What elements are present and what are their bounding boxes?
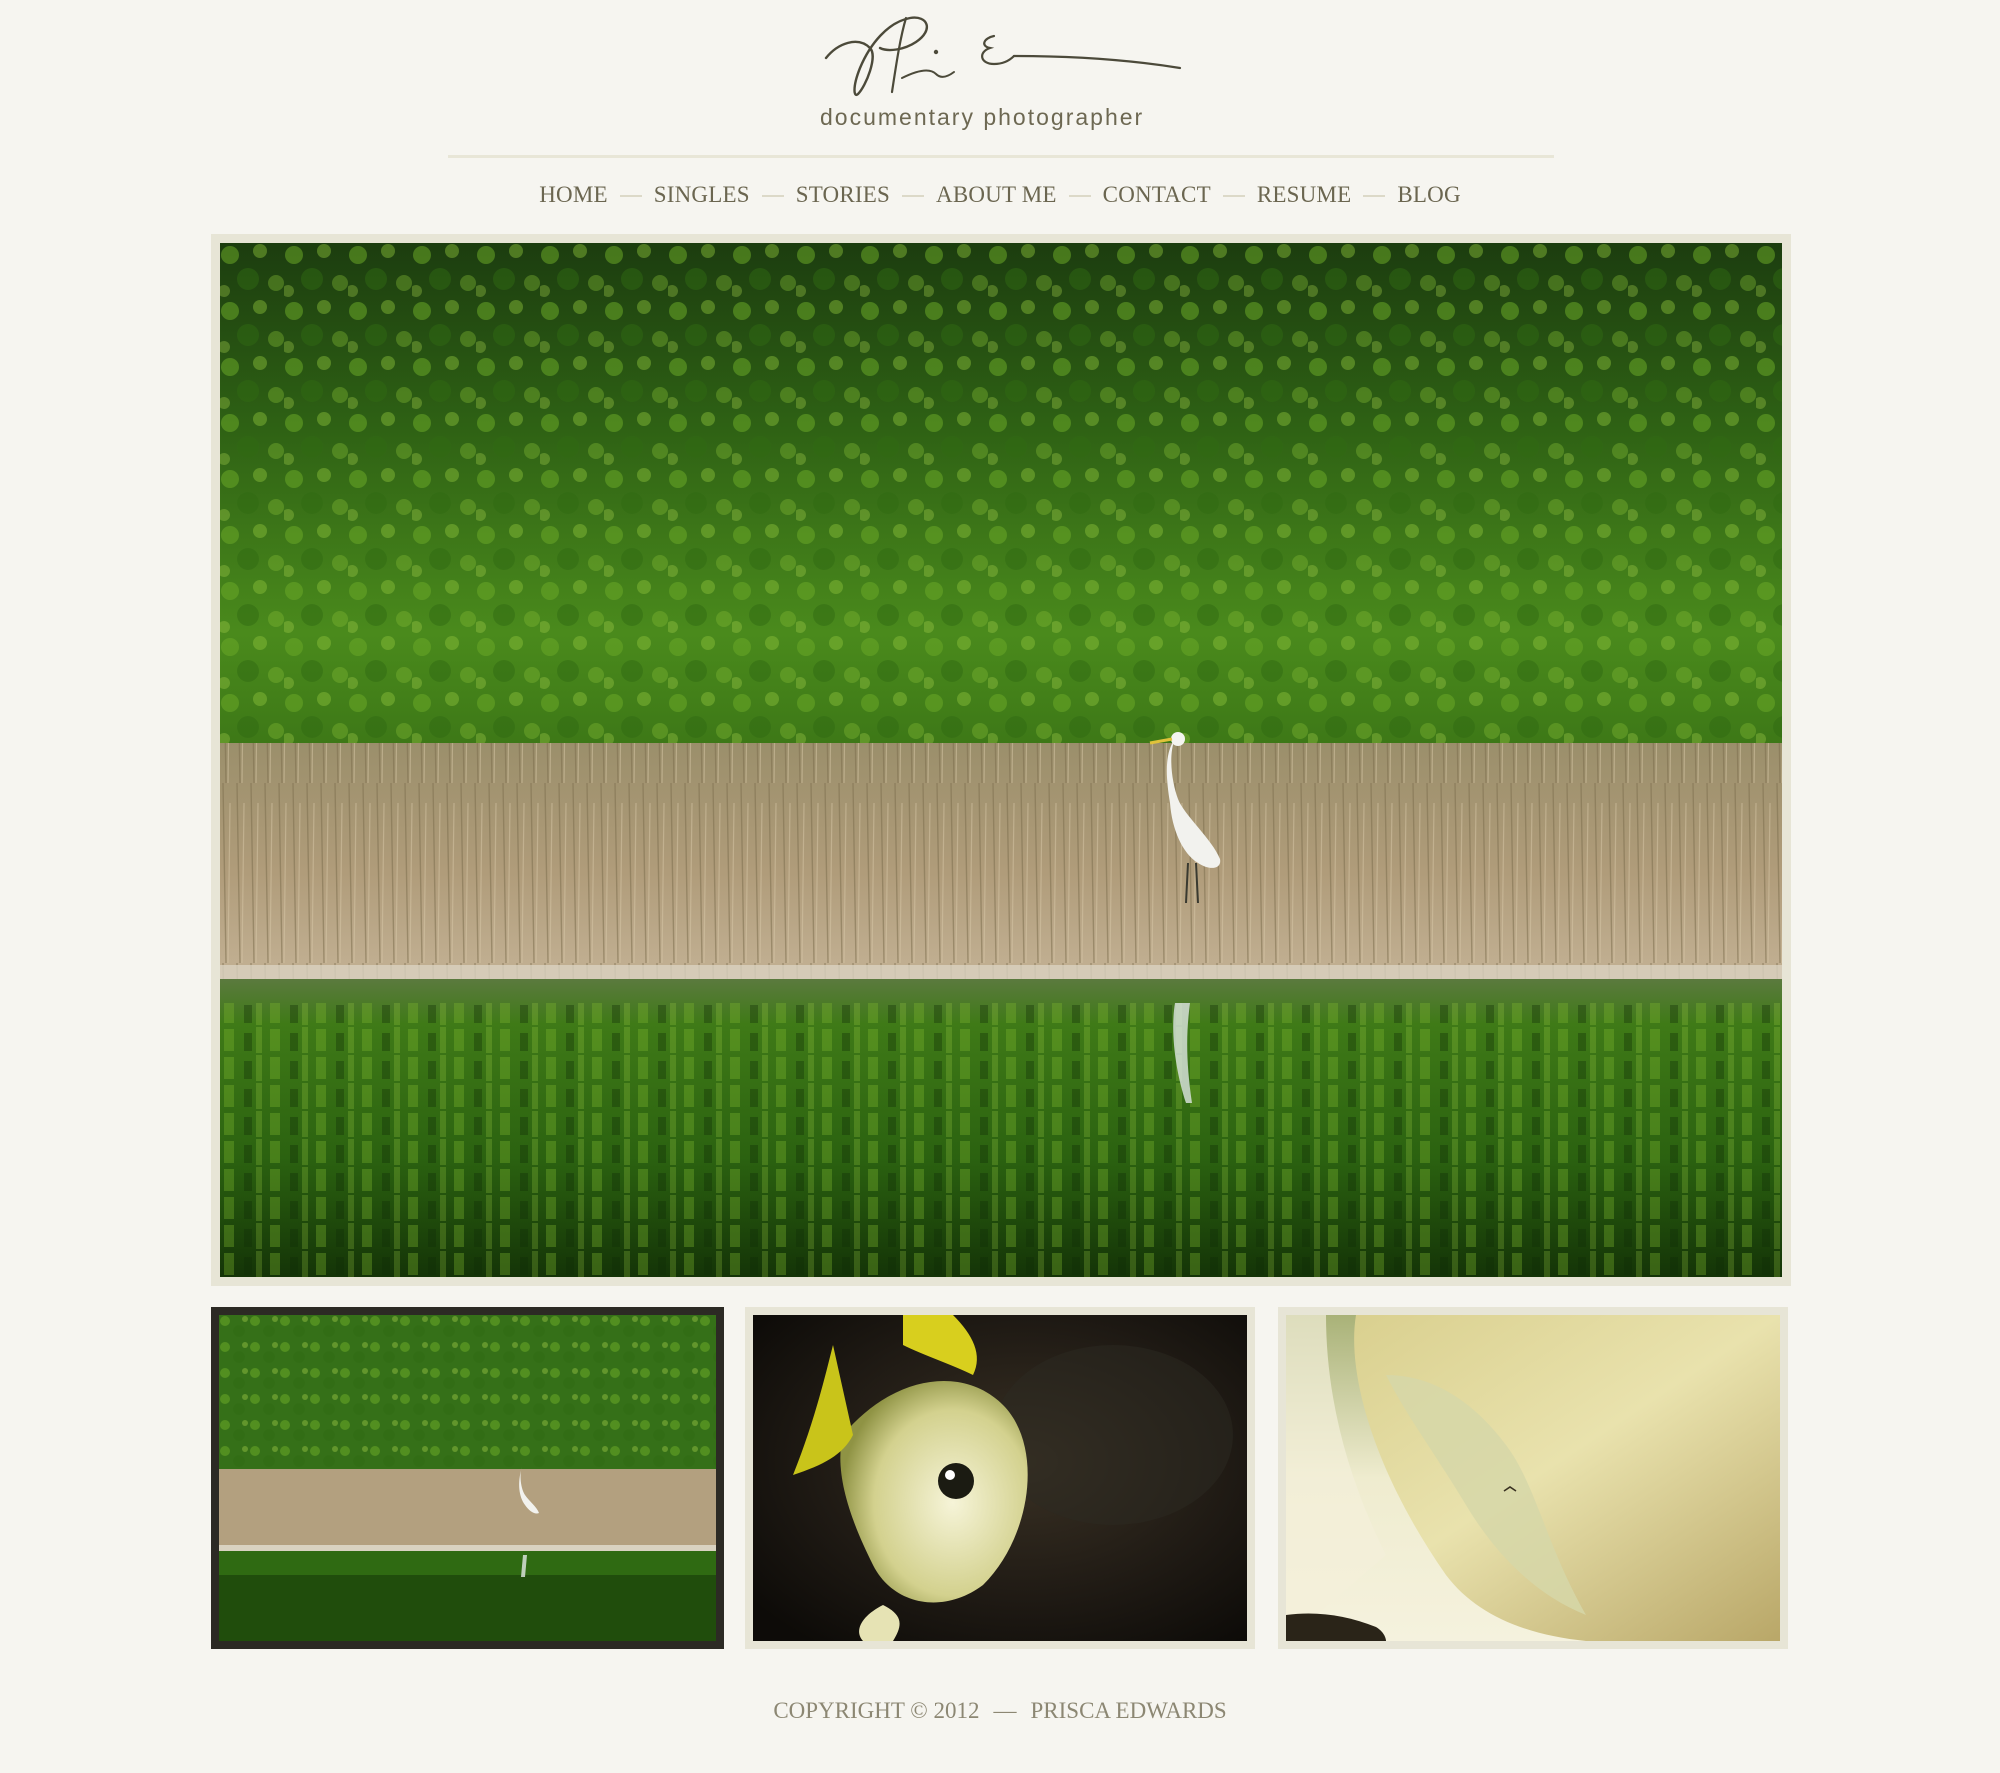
nav-contact[interactable]: CONTACT	[1103, 182, 1211, 208]
nav-separator	[1363, 195, 1386, 197]
nav-resume[interactable]: RESUME	[1257, 182, 1352, 208]
site-header: documentary photographer	[0, 0, 2000, 160]
nav-separator	[1222, 195, 1245, 197]
waterfall-thumbnail	[1286, 1315, 1780, 1641]
thumbnail-1[interactable]	[211, 1307, 724, 1649]
nav-home[interactable]: HOME	[539, 182, 608, 208]
footer-separator: —	[993, 1698, 1017, 1723]
nav-separator	[619, 195, 642, 197]
owner-name: PRISCA EDWARDS	[1030, 1698, 1227, 1723]
signature-logo[interactable]	[818, 8, 1190, 108]
nav-separator	[761, 195, 784, 197]
nav-about-me[interactable]: ABOUT ME	[936, 182, 1057, 208]
main-nav: HOME SINGLES STORIES ABOUT ME CONTACT RE…	[0, 182, 2000, 208]
nav-stories[interactable]: STORIES	[796, 182, 890, 208]
nav-singles[interactable]: SINGLES	[654, 182, 750, 208]
thumbnail-3[interactable]	[1278, 1307, 1788, 1649]
thumbnail-2[interactable]	[745, 1307, 1255, 1649]
main-photo-frame	[211, 234, 1791, 1286]
nav-blog[interactable]: BLOG	[1397, 182, 1460, 208]
header-divider	[448, 155, 1554, 158]
fish-thumbnail	[753, 1315, 1247, 1641]
copyright-text: COPYRIGHT © 2012	[773, 1698, 980, 1723]
nav-separator	[1068, 195, 1091, 197]
egret-in-marsh-photo[interactable]	[220, 243, 1782, 1277]
nav-separator	[902, 195, 925, 197]
egret-in-marsh-thumbnail	[219, 1315, 716, 1641]
site-footer: COPYRIGHT © 2012 — PRISCA EDWARDS	[0, 1698, 2000, 1724]
tagline: documentary photographer	[820, 104, 1145, 130]
